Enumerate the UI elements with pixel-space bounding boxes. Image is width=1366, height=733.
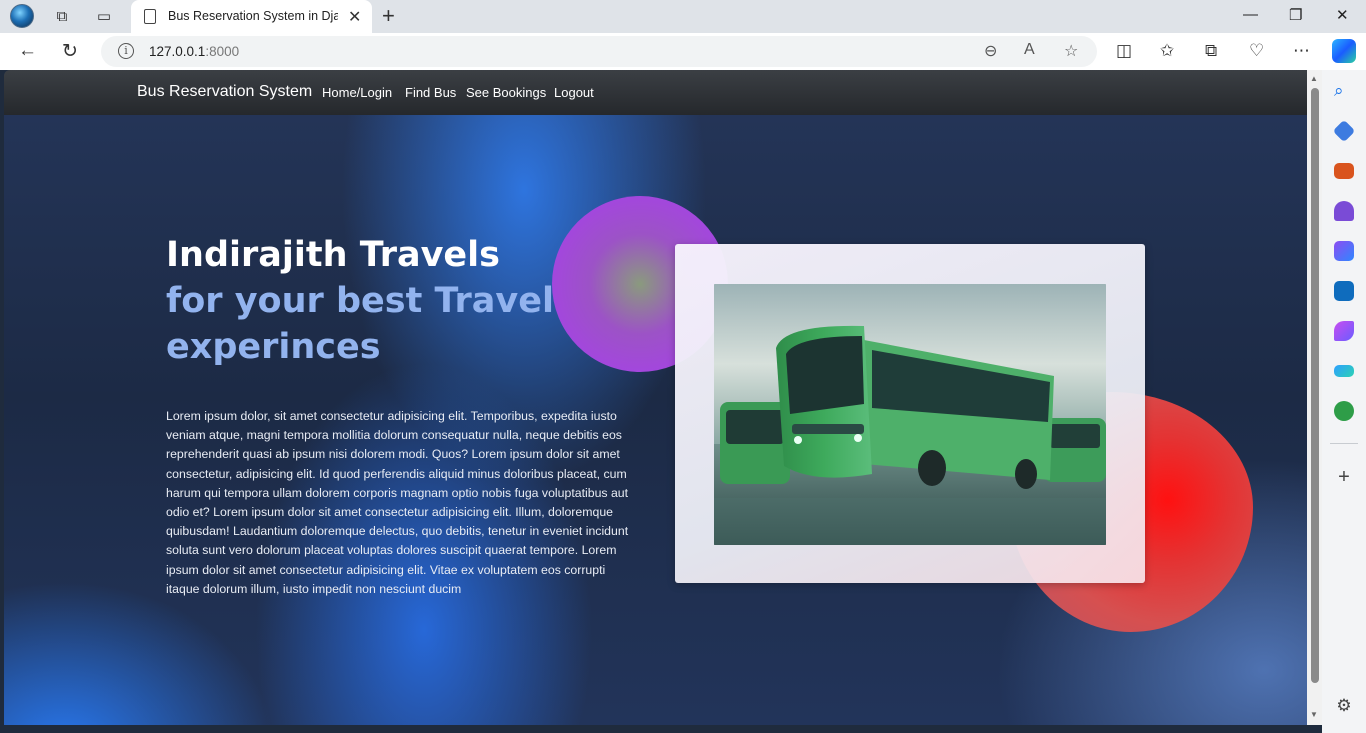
page-viewport: Bus Reservation System Home/Login Find B… — [4, 70, 1307, 725]
browser-toolbar: ← ↻ i 127.0.0.1:8000 ⊖ A ☆ ◫ ✩ ⧉ ♡ ⋯ — [0, 33, 1366, 70]
scroll-up-icon[interactable]: ▲ — [1310, 74, 1318, 83]
profile-avatar[interactable] — [9, 4, 35, 28]
more-menu-icon[interactable]: ⋯ — [1293, 41, 1310, 61]
sidebar-divider — [1330, 443, 1358, 444]
nav-link-find-bus[interactable]: Find Bus — [405, 85, 456, 100]
close-tab-icon[interactable]: ✕ — [348, 7, 361, 27]
tab-title: Bus Reservation System in Django — [168, 9, 338, 23]
page-favicon-icon — [144, 9, 156, 24]
favorite-star-icon[interactable]: ☆ — [1064, 41, 1078, 61]
url-host: 127.0.0.1 — [149, 44, 206, 59]
tree-icon[interactable] — [1334, 401, 1354, 421]
site-navbar: Bus Reservation System Home/Login Find B… — [4, 70, 1307, 115]
outlook-icon[interactable] — [1334, 281, 1354, 301]
new-tab-button[interactable]: + — [382, 3, 395, 29]
bus-photo — [714, 284, 1106, 545]
nav-link-home-login[interactable]: Home/Login — [322, 85, 392, 100]
bus-image-card — [675, 244, 1145, 583]
bus-illustration — [714, 284, 1106, 545]
settings-icon[interactable]: ⚙ — [1334, 696, 1354, 716]
url-port: :8000 — [205, 44, 240, 59]
restore-icon[interactable]: ❐ — [1289, 6, 1302, 24]
reload-icon[interactable]: ↻ — [62, 40, 78, 63]
chess-icon[interactable] — [1334, 201, 1354, 221]
minimize-icon[interactable]: — — [1243, 6, 1258, 23]
hero-description: Lorem ipsum dolor, sit amet consectetur … — [166, 409, 629, 596]
performance-icon[interactable]: ♡ — [1249, 41, 1264, 61]
browser-tab-strip: ⧉ ▭ Bus Reservation System in Django ✕ +… — [0, 0, 1366, 33]
add-icon[interactable]: + — [1334, 467, 1354, 487]
zoom-out-icon[interactable]: ⊖ — [984, 41, 997, 61]
copilot-icon[interactable] — [1332, 39, 1356, 63]
read-aloud-icon[interactable]: A — [1024, 41, 1035, 59]
toolbox-icon[interactable] — [1334, 163, 1354, 179]
scroll-thumb[interactable] — [1311, 88, 1319, 683]
navbar-brand[interactable]: Bus Reservation System — [137, 83, 312, 101]
back-icon[interactable]: ← — [18, 40, 37, 62]
nav-link-logout[interactable]: Logout — [554, 85, 594, 100]
hero-title: Indirajith Travels — [166, 235, 500, 275]
tag-icon[interactable] — [1332, 119, 1356, 143]
designer-icon[interactable] — [1334, 321, 1354, 341]
split-screen-icon[interactable]: ◫ — [1116, 41, 1132, 61]
office-icon[interactable] — [1334, 241, 1354, 261]
workspaces-icon[interactable]: ⧉ — [49, 4, 75, 28]
favorites-icon[interactable]: ✩ — [1160, 41, 1174, 61]
nav-link-see-bookings[interactable]: See Bookings — [466, 85, 546, 100]
send-icon[interactable] — [1334, 365, 1354, 377]
scroll-down-icon[interactable]: ▼ — [1310, 710, 1318, 719]
browser-tab-active[interactable]: Bus Reservation System in Django ✕ — [131, 0, 372, 33]
edge-sidebar: ⌕ + ⚙ — [1322, 70, 1366, 733]
search-icon[interactable]: ⌕ — [1334, 81, 1354, 101]
collections-icon[interactable]: ⧉ — [1205, 41, 1217, 61]
hero-subtitle: for your best Travel experinces — [166, 281, 554, 367]
page-scrollbar[interactable]: ▲ ▼ — [1307, 70, 1322, 725]
url-text[interactable]: 127.0.0.1:8000 — [149, 44, 239, 59]
close-window-icon[interactable]: ✕ — [1336, 6, 1349, 24]
tab-actions-icon[interactable]: ▭ — [91, 4, 117, 28]
site-info-icon[interactable]: i — [118, 43, 134, 59]
address-bar[interactable]: i 127.0.0.1:8000 ⊖ A ☆ — [101, 36, 1097, 67]
